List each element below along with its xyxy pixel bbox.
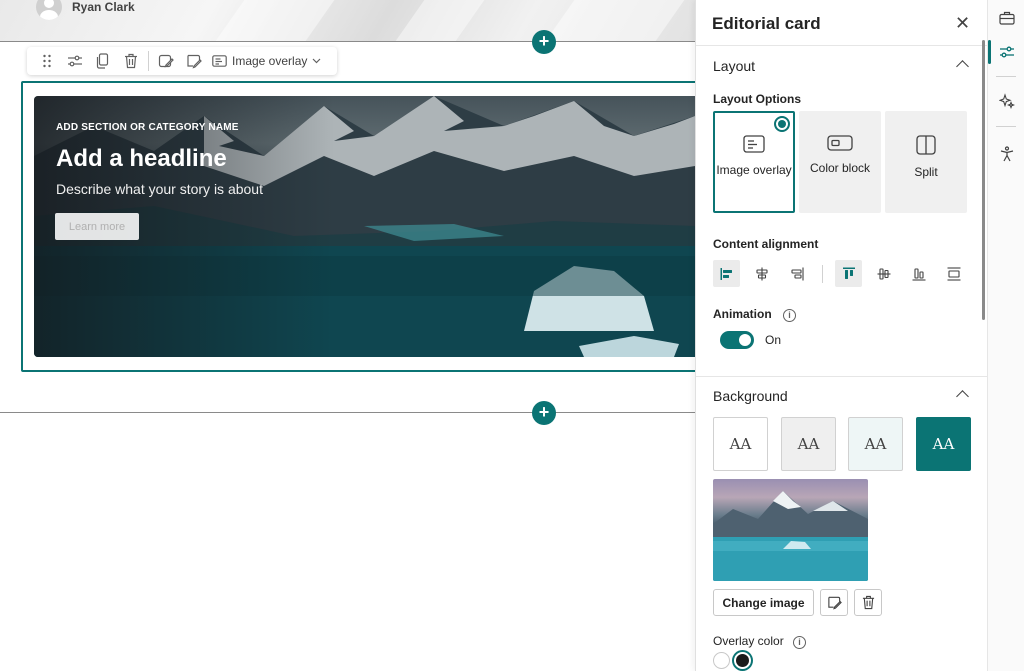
layout-dropdown-label: Image overlay (232, 54, 308, 68)
text-style-icon: AA (864, 435, 887, 453)
align-center-icon[interactable] (748, 260, 775, 287)
animation-label-text: Animation (713, 307, 772, 321)
pane-divider (696, 376, 987, 377)
property-pane: Editorial card ✕ Layout Layout Options I… (695, 0, 987, 671)
layout-option-label: Image overlay (716, 163, 792, 177)
close-icon[interactable]: ✕ (955, 13, 970, 34)
selected-radio-icon (774, 116, 790, 132)
edit-image-icon[interactable] (820, 589, 848, 616)
align-middle-icon[interactable] (870, 260, 897, 287)
duplicate-icon[interactable] (89, 49, 117, 73)
align-left-icon[interactable] (713, 260, 740, 287)
webpart-toolbar: Image overlay (27, 47, 337, 75)
text-style-icon: AA (932, 435, 955, 453)
layout-option-label: Split (914, 165, 938, 179)
card-headline[interactable]: Add a headline (56, 145, 227, 173)
toolbox-icon[interactable] (988, 0, 1024, 36)
background-option-strong[interactable]: AA (916, 417, 971, 471)
background-option-neutral[interactable]: AA (781, 417, 836, 471)
delete-icon[interactable] (117, 49, 145, 73)
chevron-up-icon[interactable] (956, 60, 969, 73)
align-top-icon[interactable] (835, 260, 862, 287)
change-image-button[interactable]: Change image (713, 589, 814, 616)
chevron-down-icon (312, 58, 321, 64)
text-style-icon: AA (797, 435, 820, 453)
layout-dropdown[interactable]: Image overlay (212, 54, 321, 68)
background-option-soft[interactable]: AA (848, 417, 903, 471)
align-right-icon[interactable] (783, 260, 810, 287)
overlay-color-label: Overlay color i (713, 634, 807, 649)
section-divider-bottom (0, 412, 695, 413)
rail-separator (996, 126, 1016, 127)
align-bottom-icon[interactable] (905, 260, 932, 287)
image-overlay-icon (743, 135, 765, 153)
add-section-button-bottom[interactable]: + (532, 401, 556, 425)
layout-option-color-block[interactable]: Color block (799, 111, 881, 213)
card-category-label[interactable]: ADD SECTION OR CATEGORY NAME (56, 122, 239, 133)
content-alignment-group (713, 260, 975, 287)
layout-options-label: Layout Options (713, 92, 801, 106)
layout-section-header[interactable]: Layout (713, 58, 755, 74)
align-stretch-icon[interactable] (940, 260, 967, 287)
properties-icon[interactable] (988, 34, 1024, 70)
image-overlay-icon (212, 55, 227, 67)
animation-toggle-state: On (765, 333, 782, 347)
right-tool-rail (987, 0, 1024, 671)
animation-label: Animation i (713, 307, 797, 322)
background-image-thumbnail (713, 479, 868, 581)
pane-divider (696, 45, 987, 46)
info-icon[interactable]: i (793, 636, 807, 649)
split-layout-icon (916, 135, 936, 155)
pane-title: Editorial card (712, 14, 821, 33)
color-block-icon (827, 135, 853, 151)
toolbar-separator (148, 51, 149, 71)
layout-option-split[interactable]: Split (885, 111, 967, 213)
edit-style-icon[interactable] (180, 49, 208, 73)
page-canvas: Ryan Clark + Image overlay ADD SECTION O… (0, 0, 695, 671)
layout-option-label: Color block (809, 161, 871, 175)
author-byline[interactable]: Ryan Clark (36, 0, 135, 20)
learn-more-button[interactable]: Learn more (55, 213, 139, 240)
alignment-separator (822, 264, 823, 283)
pane-scrollbar[interactable] (982, 40, 985, 320)
chevron-up-icon[interactable] (956, 390, 969, 403)
card-description[interactable]: Describe what your story is about (56, 181, 263, 197)
overlay-color-dark[interactable] (734, 652, 751, 669)
section-divider-top (0, 41, 695, 42)
layout-option-image-overlay[interactable]: Image overlay (713, 111, 795, 213)
animation-toggle[interactable] (720, 331, 754, 349)
overlay-color-label-text: Overlay color (713, 634, 784, 648)
sparkle-icon[interactable] (988, 83, 1024, 119)
edit-properties-icon[interactable] (61, 49, 89, 73)
accessibility-icon[interactable] (988, 136, 1024, 172)
author-name: Ryan Clark (72, 0, 135, 14)
add-section-button-top[interactable]: + (532, 30, 556, 54)
info-icon[interactable]: i (783, 309, 797, 322)
rail-separator (996, 76, 1016, 77)
edit-image-icon[interactable] (152, 49, 180, 73)
content-alignment-label: Content alignment (713, 237, 819, 251)
background-section-header[interactable]: Background (713, 388, 788, 404)
text-style-icon: AA (729, 435, 752, 453)
overlay-color-light[interactable] (713, 652, 730, 669)
delete-icon[interactable] (854, 589, 882, 616)
drag-handle-icon[interactable] (33, 49, 61, 73)
avatar (36, 0, 62, 20)
background-option-white[interactable]: AA (713, 417, 768, 471)
